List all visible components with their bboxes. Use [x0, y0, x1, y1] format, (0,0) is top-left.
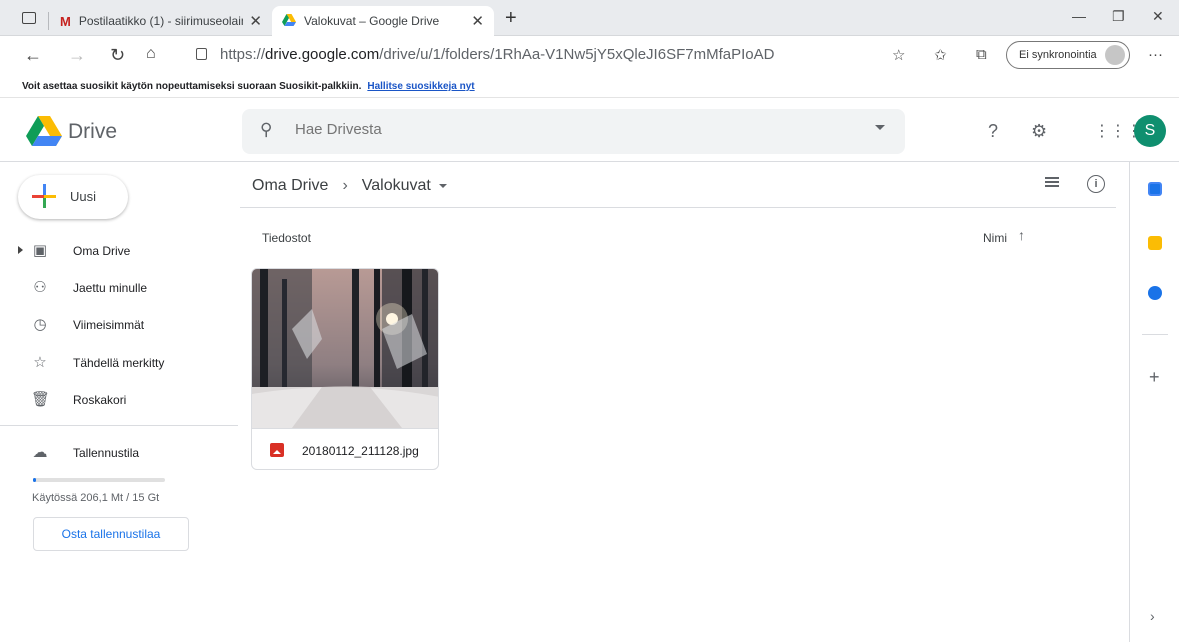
- keep-icon[interactable]: [1148, 236, 1162, 250]
- trash-icon: 🗑: [31, 391, 51, 408]
- drive-header: Drive ⚲ ? ⚙ ⋮⋮⋮ S: [0, 98, 1179, 162]
- breadcrumb: Oma Drive › Valokuvat: [252, 177, 447, 195]
- minimize-icon[interactable]: —: [1072, 8, 1086, 24]
- star-icon: ☆: [33, 354, 47, 371]
- profile-avatar: [1105, 45, 1125, 65]
- add-favorite-icon[interactable]: ☆: [892, 46, 905, 64]
- home-icon[interactable]: ⌂: [146, 45, 156, 63]
- chevron-right-icon: ›: [342, 177, 348, 194]
- file-card[interactable]: 20180112_211128.jpg: [251, 268, 439, 470]
- cloud-icon: ☁: [32, 444, 48, 461]
- expand-caret-icon[interactable]: [18, 246, 23, 254]
- sort-arrow-up-icon[interactable]: ↑: [1018, 227, 1025, 243]
- shared-icon: ⚇: [33, 279, 47, 296]
- sidebar-divider: [0, 425, 238, 426]
- sidebar-item-starred[interactable]: ☆ Tähdellä merkitty: [0, 348, 238, 378]
- sidebar-item-my-drive[interactable]: ▣ Oma Drive: [0, 236, 238, 266]
- lock-icon[interactable]: [196, 48, 207, 60]
- file-name[interactable]: 20180112_211128.jpg: [302, 444, 419, 458]
- tab-label: Valokuvat – Google Drive: [304, 14, 440, 28]
- sidebar-item-label: Tähdellä merkitty: [73, 356, 165, 370]
- breadcrumb-current[interactable]: Valokuvat: [362, 177, 431, 195]
- info-icon[interactable]: i: [1087, 175, 1105, 193]
- buy-storage-button[interactable]: Osta tallennustilaa: [33, 517, 189, 551]
- clock-icon: ◷: [33, 316, 47, 333]
- storage-usage-text: Käytössä 206,1 Mt / 15 Gt: [32, 492, 160, 504]
- breadcrumb-root[interactable]: Oma Drive: [252, 177, 328, 195]
- file-thumbnail[interactable]: [252, 269, 438, 428]
- tab-label: Postilaatikko (1) - siirimuseolaine: [78, 14, 244, 28]
- sidebar-item-label: Roskakori: [73, 393, 127, 407]
- sidebar-item-storage[interactable]: ☁ Tallennustila: [0, 438, 238, 468]
- plus-icon: [32, 184, 56, 208]
- sidebar-item-label: Tallennustila: [73, 446, 140, 460]
- new-button-label: Uusi: [70, 189, 97, 204]
- sync-label: Ei synkronointia: [1019, 49, 1097, 61]
- sidebar-item-shared[interactable]: ⚇ Jaettu minulle: [0, 273, 238, 303]
- main-divider: [240, 207, 1116, 208]
- tab-gmail[interactable]: M Postilaatikko (1) - siirimuseolaine ✕: [50, 6, 272, 36]
- close-tab-icon[interactable]: ✕: [471, 12, 484, 30]
- search-options-icon[interactable]: [875, 125, 885, 130]
- tab-drive[interactable]: Valokuvat – Google Drive ✕: [272, 6, 494, 36]
- close-window-icon[interactable]: ✕: [1152, 8, 1164, 25]
- forward-icon[interactable]: →: [68, 45, 86, 66]
- restore-icon[interactable]: ❐: [1112, 8, 1125, 25]
- more-icon[interactable]: ···: [1148, 46, 1163, 63]
- my-drive-icon: ▣: [32, 242, 48, 259]
- close-tab-icon[interactable]: ✕: [249, 12, 262, 30]
- search-bar[interactable]: ⚲: [242, 109, 905, 154]
- favorites-icon[interactable]: ✩: [934, 46, 947, 64]
- chevron-right-icon[interactable]: ›: [1150, 608, 1155, 624]
- manage-favorites-link[interactable]: Hallitse suosikkeja nyt: [367, 81, 474, 92]
- rail-divider: [1142, 334, 1168, 335]
- sync-button[interactable]: Ei synkronointia: [1006, 41, 1130, 69]
- favorites-hint: Voit asettaa suosikit käytön nopeuttamis…: [22, 81, 362, 92]
- tab-actions-icon[interactable]: [22, 12, 36, 24]
- sidebar-item-label: Oma Drive: [73, 244, 131, 258]
- image-file-icon: [270, 443, 284, 457]
- calendar-icon[interactable]: [1148, 182, 1162, 196]
- file-footer[interactable]: 20180112_211128.jpg: [252, 428, 438, 469]
- new-button[interactable]: Uusi: [18, 175, 128, 219]
- storage-usage-bar: [33, 478, 165, 482]
- gmail-icon: M: [60, 13, 71, 29]
- tab-divider: [48, 12, 49, 30]
- search-input[interactable]: [295, 121, 855, 138]
- reload-icon[interactable]: ↻: [110, 45, 125, 66]
- storage-usage-fill: [33, 478, 36, 482]
- add-addon-icon[interactable]: +: [1149, 367, 1160, 388]
- sidebar-item-label: Jaettu minulle: [73, 281, 148, 295]
- help-icon[interactable]: ?: [988, 121, 998, 142]
- sidebar-item-label: Viimeisimmät: [73, 318, 145, 332]
- search-icon[interactable]: ⚲: [260, 120, 272, 140]
- account-avatar[interactable]: S: [1134, 115, 1166, 147]
- sidebar-item-recent[interactable]: ◷ Viimeisimmät: [0, 310, 238, 340]
- settings-icon[interactable]: ⚙: [1031, 121, 1047, 142]
- browser-tabstrip: M Postilaatikko (1) - siirimuseolaine ✕ …: [0, 0, 1179, 36]
- tasks-icon[interactable]: [1148, 286, 1162, 300]
- side-panel: + ›: [1129, 162, 1179, 642]
- drive-icon: [282, 13, 296, 29]
- drive-logo-icon[interactable]: [26, 116, 62, 151]
- address-input[interactable]: https://drive.google.com/drive/u/1/folde…: [220, 46, 774, 63]
- back-icon[interactable]: ←: [24, 45, 42, 66]
- new-tab-icon[interactable]: +: [505, 7, 517, 30]
- favorites-bar: Voit asettaa suosikit käytön nopeuttamis…: [0, 76, 1179, 98]
- sidebar-item-trash[interactable]: 🗑 Roskakori: [0, 385, 238, 415]
- sort-label[interactable]: Nimi: [983, 231, 1007, 245]
- list-view-icon[interactable]: [1045, 177, 1059, 189]
- section-title: Tiedostot: [262, 231, 311, 245]
- app-name[interactable]: Drive: [68, 120, 117, 144]
- chevron-down-icon[interactable]: [438, 184, 447, 188]
- collections-icon[interactable]: ⧉: [976, 46, 987, 63]
